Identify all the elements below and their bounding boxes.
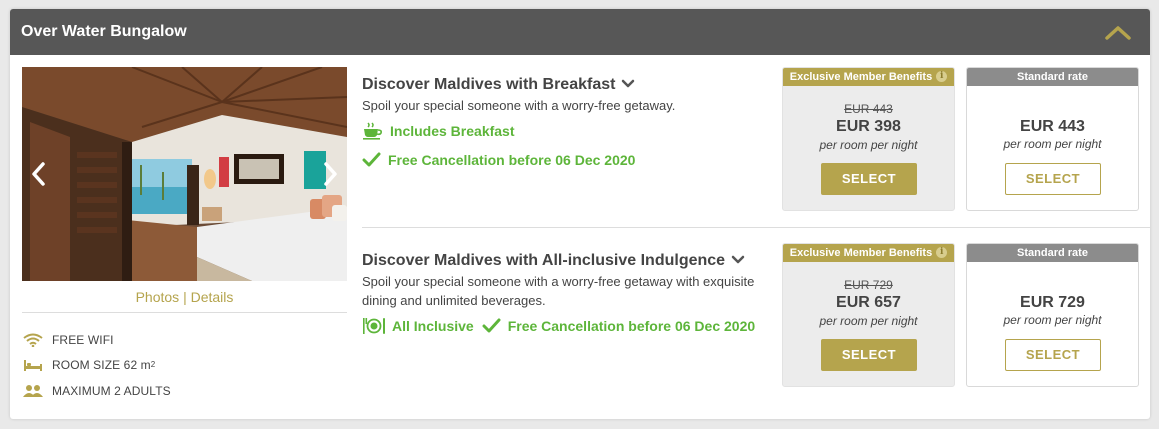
member-rate-header-text: Exclusive Member Benefits — [789, 71, 933, 83]
offer-title-text: Discover Maldives with Breakfast — [362, 76, 616, 94]
standard-rate-header: Standard rate — [967, 68, 1138, 86]
offer-description: Spoil your special someone with a worry-… — [362, 98, 676, 113]
info-icon[interactable]: i — [936, 70, 948, 82]
member-price: EUR 398 — [836, 118, 901, 135]
chevron-down-icon[interactable] — [621, 76, 635, 94]
offer-divider — [362, 227, 1150, 228]
photo-next-arrow-icon[interactable] — [319, 159, 341, 189]
room-photo[interactable] — [22, 67, 347, 281]
amenity-label: ROOM SIZE 62 m — [52, 358, 151, 373]
amenity-room-size: ROOM SIZE 62 m2 — [22, 353, 171, 379]
photo-prev-arrow-icon[interactable] — [28, 159, 50, 189]
amenity-label: MAXIMUM 2 ADULTS — [52, 383, 171, 398]
perk-label: Free Cancellation before 06 Dec 2020 — [507, 318, 756, 334]
details-link[interactable]: Details — [191, 289, 234, 305]
standard-rate-box: Standard rate EUR 729 per room per night… — [966, 243, 1139, 387]
room-card: Over Water Bungalow Photos | Details FRE… — [10, 9, 1150, 419]
standard-rate-header: Standard rate — [967, 244, 1138, 262]
offer-title-all-inclusive[interactable]: Discover Maldives with All-inclusive Ind… — [362, 252, 745, 270]
check-icon — [482, 318, 502, 334]
room-card-header[interactable]: Over Water Bungalow — [10, 9, 1150, 55]
standard-price: EUR 729 — [1020, 294, 1085, 311]
member-rate-header-text: Exclusive Member Benefits — [789, 247, 933, 259]
room-title: Over Water Bungalow — [21, 23, 187, 40]
perk-free-cancellation: Free Cancellation before 06 Dec 2020 — [362, 152, 635, 168]
divider — [22, 312, 347, 313]
price-unit: per room per night — [819, 138, 918, 152]
standard-price: EUR 443 — [1020, 118, 1085, 135]
offer-description: Spoil your special someone with a worry-… — [362, 274, 755, 308]
old-price: EUR 443 — [844, 102, 893, 116]
offer-title-breakfast[interactable]: Discover Maldives with Breakfast — [362, 76, 635, 94]
photo-links: Photos | Details — [22, 289, 347, 305]
price-unit: per room per night — [1003, 137, 1102, 151]
select-standard-rate-button[interactable]: SELECT — [1005, 339, 1101, 371]
info-icon[interactable]: i — [936, 246, 948, 258]
amenities-list: FREE WIFI ROOM SIZE 62 m2 MAXIMUM 2 ADUL… — [22, 327, 171, 404]
amenity-max-adults: MAXIMUM 2 ADULTS — [22, 378, 171, 404]
price-unit: per room per night — [819, 314, 918, 328]
photos-link[interactable]: Photos — [136, 289, 180, 305]
chevron-up-icon[interactable] — [1104, 22, 1132, 42]
amenity-wifi: FREE WIFI — [22, 327, 171, 353]
old-price: EUR 729 — [844, 278, 893, 292]
price-unit: per room per night — [1003, 313, 1102, 327]
member-price: EUR 657 — [836, 294, 901, 311]
select-member-rate-button[interactable]: SELECT — [821, 339, 917, 371]
chevron-down-icon[interactable] — [731, 252, 745, 270]
offer-title-text: Discover Maldives with All-inclusive Ind… — [362, 252, 726, 270]
select-member-rate-button[interactable]: SELECT — [821, 163, 917, 195]
dining-icon — [362, 317, 386, 335]
amenity-label: FREE WIFI — [52, 332, 114, 347]
member-rate-header: Exclusive Member Benefits i — [783, 244, 954, 262]
member-rate-header: Exclusive Member Benefits i — [783, 68, 954, 86]
perk-all-inclusive: All Inclusive Free Cancellation before 0… — [362, 317, 755, 335]
select-standard-rate-button[interactable]: SELECT — [1005, 163, 1101, 195]
wifi-icon — [22, 332, 44, 348]
member-rate-box: Exclusive Member Benefits i EUR 729 EUR 6… — [782, 243, 955, 387]
perk-label: Includes Breakfast — [390, 123, 515, 139]
amenity-unit-superscript: 2 — [150, 359, 156, 369]
photo-links-separator: | — [179, 289, 191, 305]
member-rate-box: Exclusive Member Benefits i EUR 443 EUR 3… — [782, 67, 955, 211]
bed-icon — [22, 357, 44, 373]
perk-label: Free Cancellation before 06 Dec 2020 — [388, 152, 636, 168]
perk-label: All Inclusive — [392, 318, 474, 334]
perk-breakfast: Includes Breakfast — [362, 122, 515, 140]
adults-icon — [22, 383, 44, 399]
standard-rate-box: Standard rate EUR 443 per room per night… — [966, 67, 1139, 211]
coffee-cup-icon — [362, 122, 384, 140]
check-icon — [362, 152, 382, 168]
